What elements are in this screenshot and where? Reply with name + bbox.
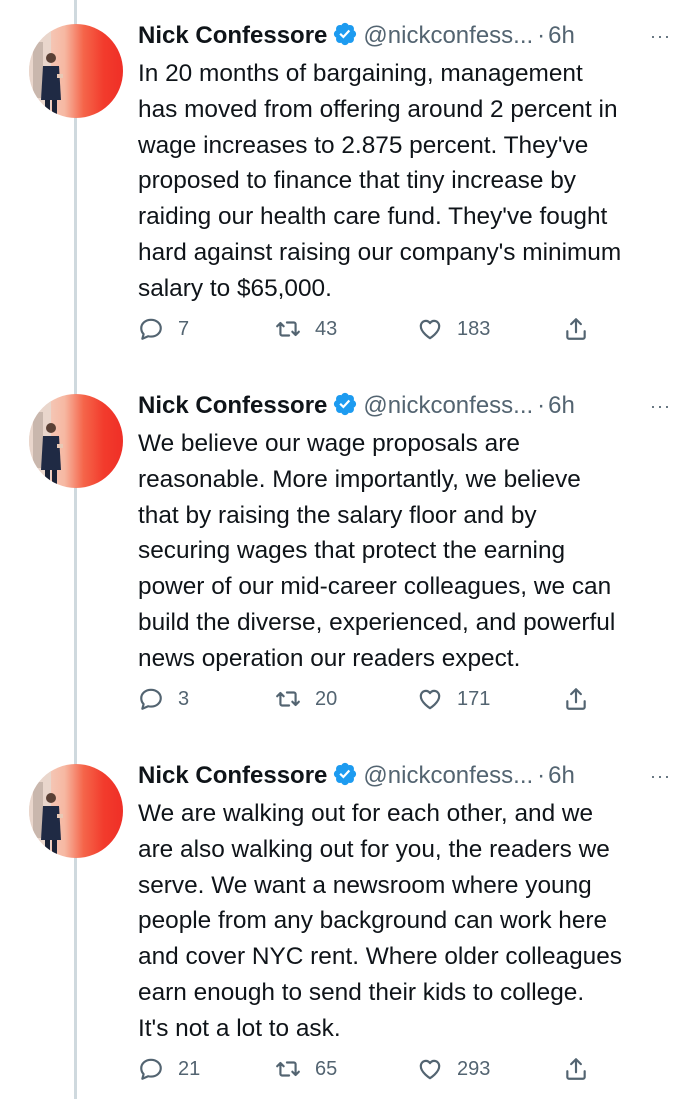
retweet-count: 65 — [315, 1057, 338, 1080]
author-name[interactable]: Nick Confessore — [138, 762, 327, 789]
tweet[interactable]: Nick Confessore @nickconfess... · 6h ··· In… — [0, 0, 700, 368]
more-options-button[interactable]: ··· — [650, 758, 671, 794]
like-button[interactable]: 183 — [417, 314, 490, 344]
tweet-text: We are walking out for each other, and w… — [138, 800, 622, 1042]
verified-badge-icon — [334, 762, 357, 786]
like-count: 171 — [457, 687, 491, 710]
avatar-photo — [29, 394, 63, 488]
timestamp[interactable]: 6h — [548, 392, 575, 419]
tweet[interactable]: Nick Confessore @nickconfess... · 6h ··· We… — [0, 740, 700, 1108]
verified-badge-icon — [334, 22, 357, 46]
ellipsis-icon: ··· — [650, 766, 671, 786]
tweet-header: Nick Confessore @nickconfess... · 6h — [138, 388, 575, 424]
tweet-actions: 7 43 183 — [138, 314, 618, 344]
author-name[interactable]: Nick Confessore — [138, 392, 327, 419]
tweet-actions: 21 65 293 — [138, 1054, 618, 1084]
share-button[interactable] — [563, 684, 589, 714]
retweet-button[interactable]: 43 — [275, 314, 337, 344]
avatar[interactable] — [29, 24, 123, 118]
reply-button[interactable]: 7 — [138, 314, 189, 344]
reply-button[interactable]: 3 — [138, 684, 189, 714]
heart-icon — [419, 689, 441, 710]
reply-count: 3 — [178, 687, 190, 710]
share-icon — [566, 1058, 586, 1080]
tweet-header: Nick Confessore @nickconfess... · 6h — [138, 758, 575, 794]
verified-badge-icon — [334, 392, 357, 416]
dot-separator: · — [537, 22, 546, 49]
dot-separator: · — [537, 392, 546, 419]
timestamp[interactable]: 6h — [548, 762, 575, 789]
tweet-text: In 20 months of bargaining, management h… — [138, 60, 622, 302]
like-button[interactable]: 171 — [417, 684, 490, 714]
retweet-icon — [276, 1061, 300, 1077]
reply-icon — [140, 1058, 162, 1080]
author-handle[interactable]: @nickconfess... — [363, 392, 533, 419]
retweet-count: 20 — [315, 687, 338, 710]
like-button[interactable]: 293 — [417, 1054, 490, 1084]
author-handle[interactable]: @nickconfess... — [363, 22, 533, 49]
retweet-button[interactable]: 20 — [275, 684, 337, 714]
retweet-icon — [276, 321, 300, 337]
more-options-button[interactable]: ··· — [650, 388, 671, 424]
reply-count: 21 — [178, 1057, 201, 1080]
retweet-count: 43 — [315, 317, 338, 340]
ellipsis-icon: ··· — [650, 396, 671, 416]
avatar-photo — [29, 764, 63, 858]
share-button[interactable] — [563, 1054, 589, 1084]
reply-icon — [140, 318, 162, 340]
heart-icon — [419, 319, 441, 340]
dot-separator: · — [537, 762, 546, 789]
reply-count: 7 — [178, 317, 190, 340]
author-handle[interactable]: @nickconfess... — [363, 762, 533, 789]
avatar[interactable] — [29, 394, 123, 488]
timestamp[interactable]: 6h — [548, 22, 575, 49]
reply-icon — [140, 688, 162, 710]
like-count: 293 — [457, 1057, 491, 1080]
share-icon — [566, 318, 586, 340]
avatar[interactable] — [29, 764, 123, 858]
tweet[interactable]: Nick Confessore @nickconfess... · 6h ··· We… — [0, 370, 700, 738]
avatar-photo — [29, 24, 63, 118]
tweet-header: Nick Confessore @nickconfess... · 6h — [138, 18, 575, 54]
tweet-actions: 3 20 171 — [138, 684, 618, 714]
reply-button[interactable]: 21 — [138, 1054, 200, 1084]
author-name[interactable]: Nick Confessore — [138, 22, 327, 49]
ellipsis-icon: ··· — [650, 26, 671, 46]
heart-icon — [419, 1059, 441, 1080]
share-icon — [566, 688, 586, 710]
like-count: 183 — [457, 317, 491, 340]
tweet-text: We believe our wage proposals are reason… — [138, 430, 616, 672]
retweet-icon — [276, 691, 300, 707]
more-options-button[interactable]: ··· — [650, 18, 671, 54]
retweet-button[interactable]: 65 — [275, 1054, 337, 1084]
share-button[interactable] — [563, 314, 589, 344]
